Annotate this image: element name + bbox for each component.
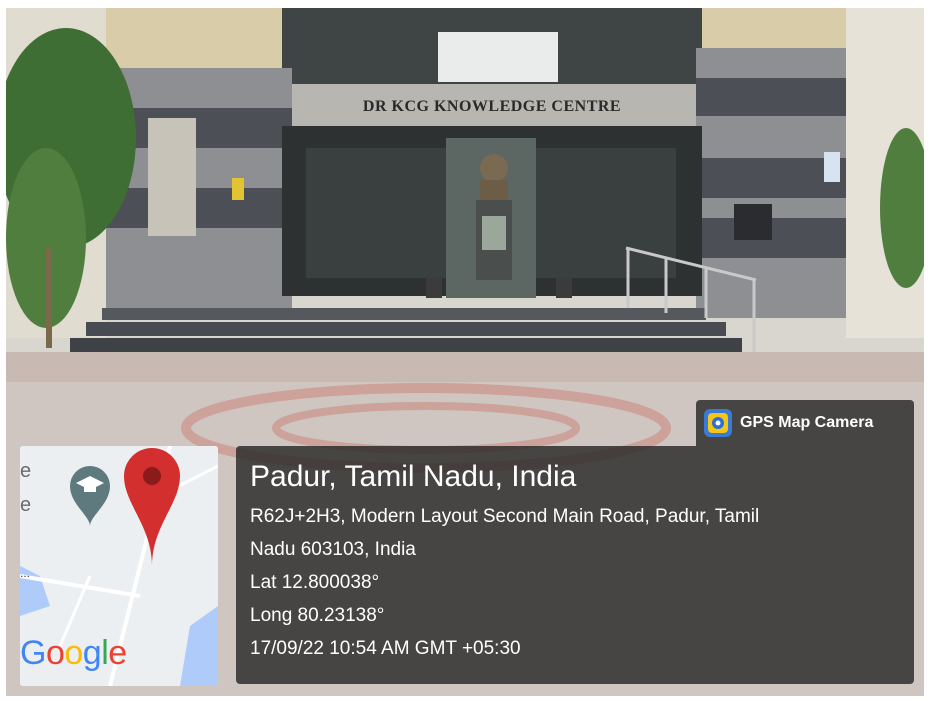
- map-label: ...: [20, 566, 31, 580]
- timestamp-text: 17/09/22 10:54 AM GMT +05:30: [250, 638, 521, 659]
- longitude-text: Long 80.23138°: [250, 605, 385, 626]
- google-logo: Google: [20, 634, 127, 673]
- gps-map-camera-badge: GPS Map Camera: [696, 400, 914, 446]
- location-info-card: Padur, Tamil Nadu, India R62J+2H3, Moder…: [236, 446, 914, 684]
- gps-map-camera-label: GPS Map Camera: [740, 414, 874, 431]
- google-logo-letter: e: [108, 634, 127, 672]
- gps-map-camera-app-icon: [704, 409, 732, 437]
- address-line-1: R62J+2H3, Modern Layout Second Main Road…: [250, 506, 760, 527]
- google-logo-letter: o: [45, 634, 65, 672]
- map-thumbnail: e e ... Google: [20, 446, 218, 686]
- google-logo-letter: g: [82, 634, 102, 672]
- map-label: e: [20, 460, 32, 482]
- google-logo-letter: o: [64, 634, 83, 672]
- map-label: e: [20, 494, 32, 516]
- latitude-text: Lat 12.800038°: [250, 572, 380, 593]
- building-sign-text: DR KCG KNOWLEDGE CENTRE: [362, 98, 622, 115]
- google-logo-letter: G: [20, 634, 46, 672]
- address-line-2: Nadu 603103, India: [250, 539, 416, 560]
- place-name: Padur, Tamil Nadu, India: [250, 460, 577, 493]
